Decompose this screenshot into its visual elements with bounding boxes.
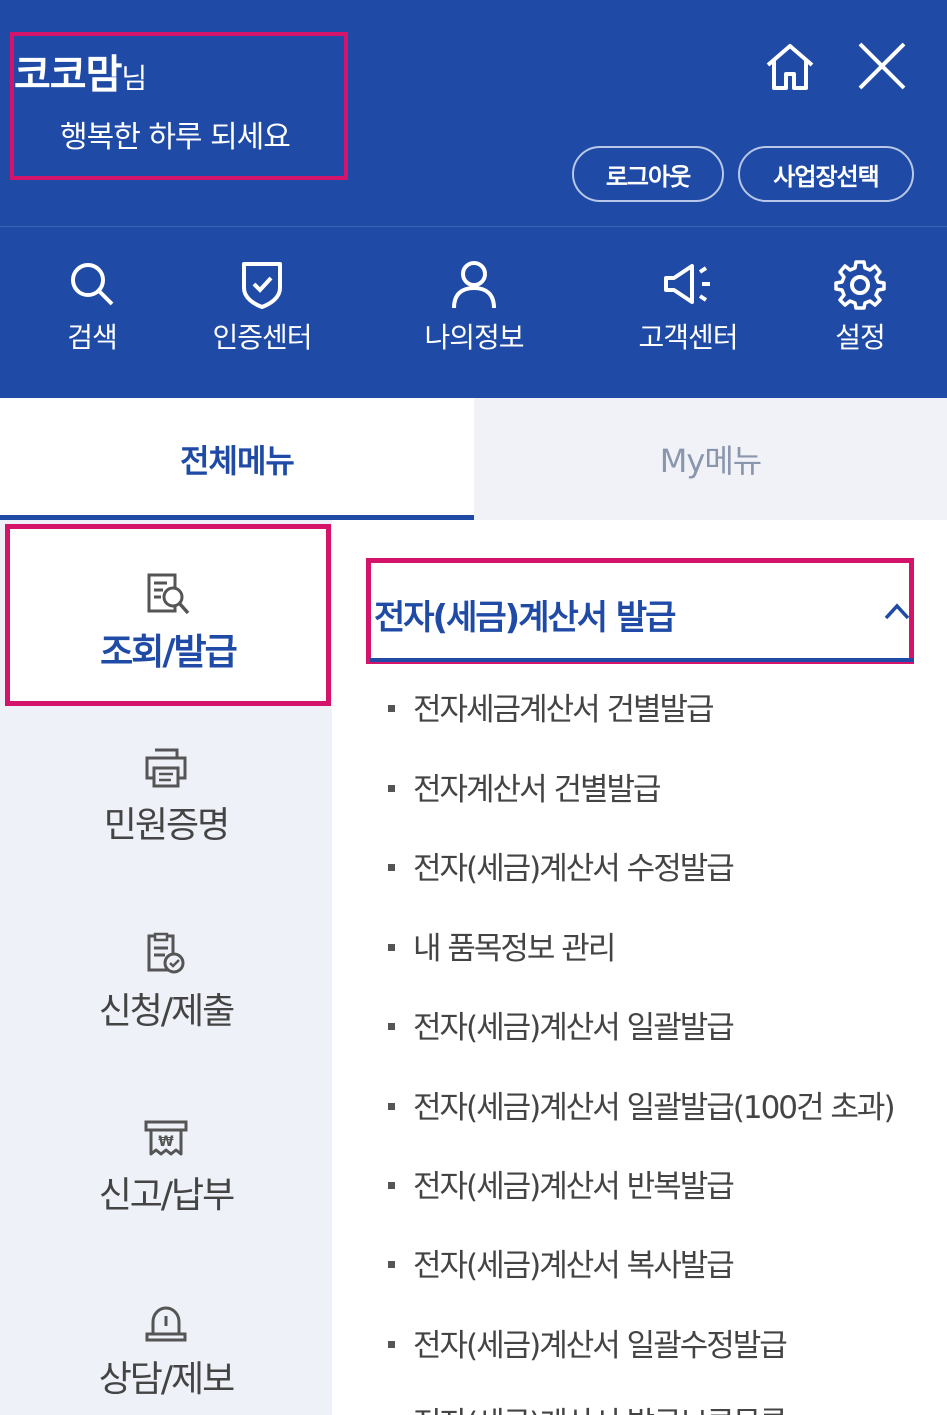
menu-item-label: 전자계산서 건별발급 [413, 772, 662, 808]
header: 코코맘님 행복한 하루 되세요 로그아웃 사업장선택 검색 인증센터 나의정보 [0, 0, 947, 398]
category-label: 민원증명 [103, 805, 230, 846]
category-civil-certificate[interactable]: 민원증명 [0, 746, 332, 848]
category-sidebar: 조회/발급 민원증명 신청/제출 ₩ 신고/납부 상담/제보 [0, 520, 332, 1415]
megaphone-icon [664, 264, 710, 304]
search-icon [71, 263, 114, 306]
category-label: 신고/납부 [98, 1175, 236, 1216]
bullet [388, 864, 395, 871]
menu-item-label: 전자(세금)계산서 수정발급 [413, 851, 735, 887]
user-name-text: 코코맘 [14, 52, 122, 98]
bullet [388, 1341, 395, 1348]
user-name-suffix: 님 [121, 62, 147, 95]
logout-button[interactable]: 로그아웃 [572, 146, 724, 202]
menu-item-bulk-issue[interactable]: 전자(세금)계산서 일괄발급 [388, 1002, 735, 1047]
siren-icon [145, 1306, 187, 1342]
category-inquiry-issue[interactable]: 조회/발급 [5, 524, 331, 706]
bullet [388, 705, 395, 712]
quick-my-info[interactable]: 나의정보 [404, 258, 544, 356]
bullet [388, 785, 395, 792]
greeting-text: 행복한 하루 되세요 [60, 120, 291, 155]
document-search-icon [147, 573, 190, 615]
menu-item-label: 전자(세금)계산서 복사발급 [413, 1248, 735, 1284]
bullet [388, 1182, 395, 1189]
category-label: 상담/제보 [98, 1359, 236, 1400]
menu-item-label: 전자(세금)계산서 일괄발급 [413, 1010, 735, 1046]
menu-item-label: 내 품목정보 관리 [413, 931, 616, 967]
quick-settings[interactable]: 설정 [790, 258, 930, 356]
menu-item-label: 전자(세금)계산서 발급보류목록 [413, 1406, 788, 1415]
section-underline [370, 658, 914, 662]
user-icon [452, 261, 496, 309]
business-select-button[interactable]: 사업장선택 [738, 146, 914, 202]
tab-all-menu[interactable]: 전체메뉴 [0, 398, 474, 520]
bullet [388, 944, 395, 951]
quick-label: 설정 [835, 321, 886, 354]
menu-item-copy-issue[interactable]: 전자(세금)계산서 복사발급 [388, 1240, 735, 1285]
won-receipt-icon: ₩ [144, 1120, 188, 1156]
menu-item-bulk-issue-over-100[interactable]: 전자(세금)계산서 일괄발급(100건 초과) [388, 1082, 896, 1127]
category-consult-report[interactable]: 상담/제보 [0, 1300, 332, 1402]
category-report-payment[interactable]: ₩ 신고/납부 [0, 1116, 332, 1218]
close-icon [858, 42, 906, 90]
chevron-up-icon[interactable] [880, 596, 914, 626]
quick-label: 인증센터 [212, 321, 312, 354]
menu-item-bulk-amend[interactable]: 전자(세금)계산서 일괄수정발급 [388, 1320, 788, 1365]
category-application-submission[interactable]: 신청/제출 [0, 930, 332, 1034]
document-check-icon [147, 932, 185, 974]
menu-item-item-info-manage[interactable]: 내 품목정보 관리 [388, 923, 616, 968]
bullet [388, 1103, 395, 1110]
menu-item-label: 전자(세금)계산서 반복발급 [413, 1169, 735, 1205]
quick-customer-center[interactable]: 고객센터 [618, 258, 758, 356]
menu-item-amended-issue[interactable]: 전자(세금)계산서 수정발급 [388, 843, 735, 888]
category-label: 신청/제출 [98, 991, 236, 1032]
menu-item-label: 전자(세금)계산서 일괄수정발급 [413, 1328, 788, 1364]
printer-icon [145, 748, 187, 788]
home-button[interactable] [762, 38, 818, 94]
quick-search[interactable]: 검색 [22, 258, 162, 356]
bullet [388, 1261, 395, 1268]
menu-item-tax-invoice-single[interactable]: 전자세금계산서 건별발급 [388, 684, 715, 729]
quick-label: 검색 [67, 321, 118, 354]
menu-item-invoice-single[interactable]: 전자계산서 건별발급 [388, 764, 662, 809]
menu-item-repeat-issue[interactable]: 전자(세금)계산서 반복발급 [388, 1161, 735, 1206]
home-icon [766, 44, 814, 90]
bullet [388, 1023, 395, 1030]
user-name: 코코맘님 [14, 42, 147, 100]
menu-item-label: 전자(세금)계산서 일괄발급(100건 초과) [413, 1090, 896, 1126]
category-label: 조회/발급 [100, 632, 238, 673]
quick-label: 나의정보 [424, 321, 524, 354]
quick-label: 고객센터 [638, 321, 738, 354]
menu-item-pending-list[interactable]: 전자(세금)계산서 발급보류목록 [388, 1398, 788, 1415]
section-title[interactable]: 전자(세금)계산서 발급 [374, 590, 676, 639]
svg-text:₩: ₩ [158, 1134, 174, 1150]
tab-my-menu[interactable]: My메뉴 [474, 398, 947, 520]
close-button[interactable] [854, 38, 910, 94]
menu-item-label: 전자세금계산서 건별발급 [413, 692, 715, 728]
shield-check-icon [242, 262, 282, 309]
header-divider [0, 226, 947, 227]
quick-certification-center[interactable]: 인증센터 [192, 258, 332, 356]
gear-icon [834, 260, 886, 310]
